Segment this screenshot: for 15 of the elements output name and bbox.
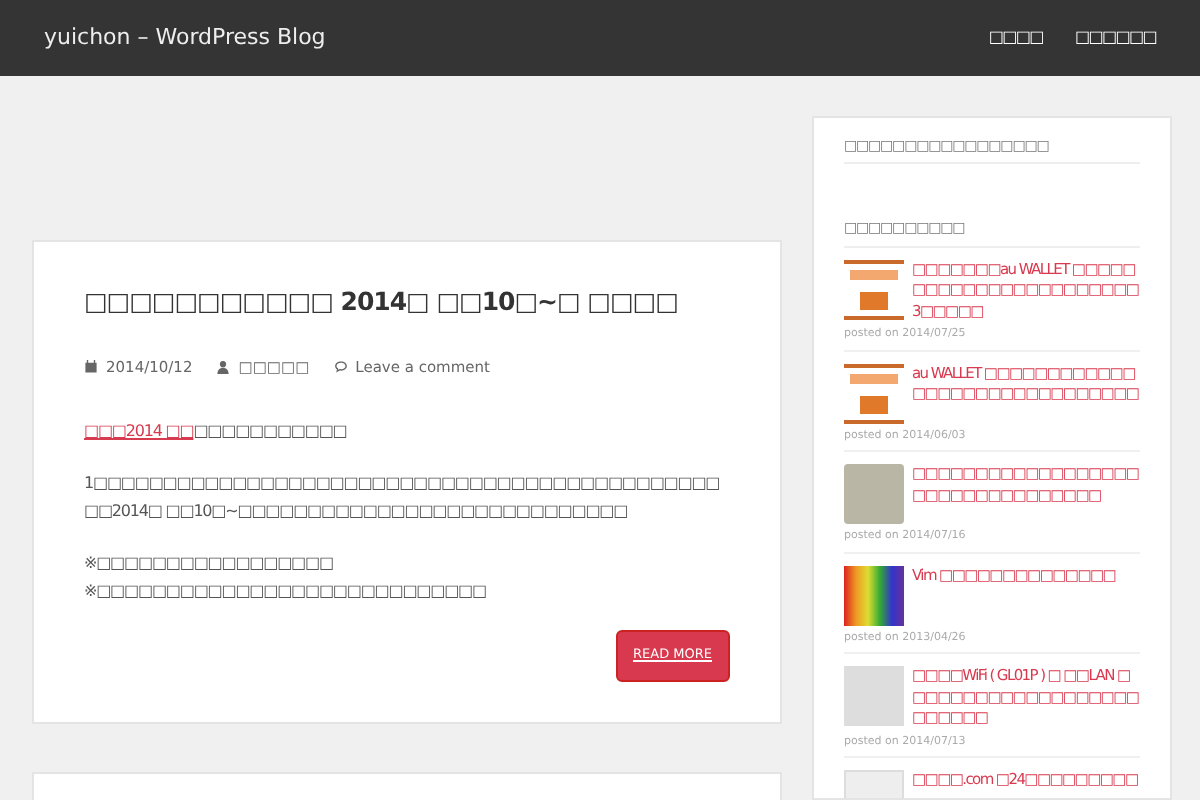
post-paragraph: 1□□□□□□□□□□□□□□□□□□□□□□□□□□□□□□□□□□□□□□□□□□□□□□□2014□ □□10□~□□□□□□□□□□□□□□□□□□□□□□□□□□□□ xyxy=(84,472,722,525)
site-title[interactable]: yuichon – WordPress Blog xyxy=(44,21,326,55)
thumbnail-image[interactable] xyxy=(844,464,904,525)
nav-link[interactable]: □□□□ xyxy=(988,26,1043,50)
calendar-icon xyxy=(84,360,98,375)
nav-link[interactable]: □□□□□□ xyxy=(1074,26,1156,50)
note-text: ※□□□□□□□□□□□□□□□□□ xyxy=(84,552,335,577)
comment-icon xyxy=(333,360,348,375)
thumbnail-image[interactable] xyxy=(844,565,904,626)
thumbnail-image[interactable] xyxy=(844,666,904,727)
post-paragraph: □□□2014 □□□□□□□□□□□□□ xyxy=(84,420,349,445)
post-title[interactable]: □□□□□□□□□□□ 2014□ □□10□~□ □□□□ xyxy=(84,286,730,316)
note-text: ※□□□□□□□□□□□□□□□□□□□□□□□□□□□□ xyxy=(84,580,488,605)
user-icon xyxy=(216,360,231,375)
post-link[interactable]: □□□2014 □□ xyxy=(84,422,194,441)
